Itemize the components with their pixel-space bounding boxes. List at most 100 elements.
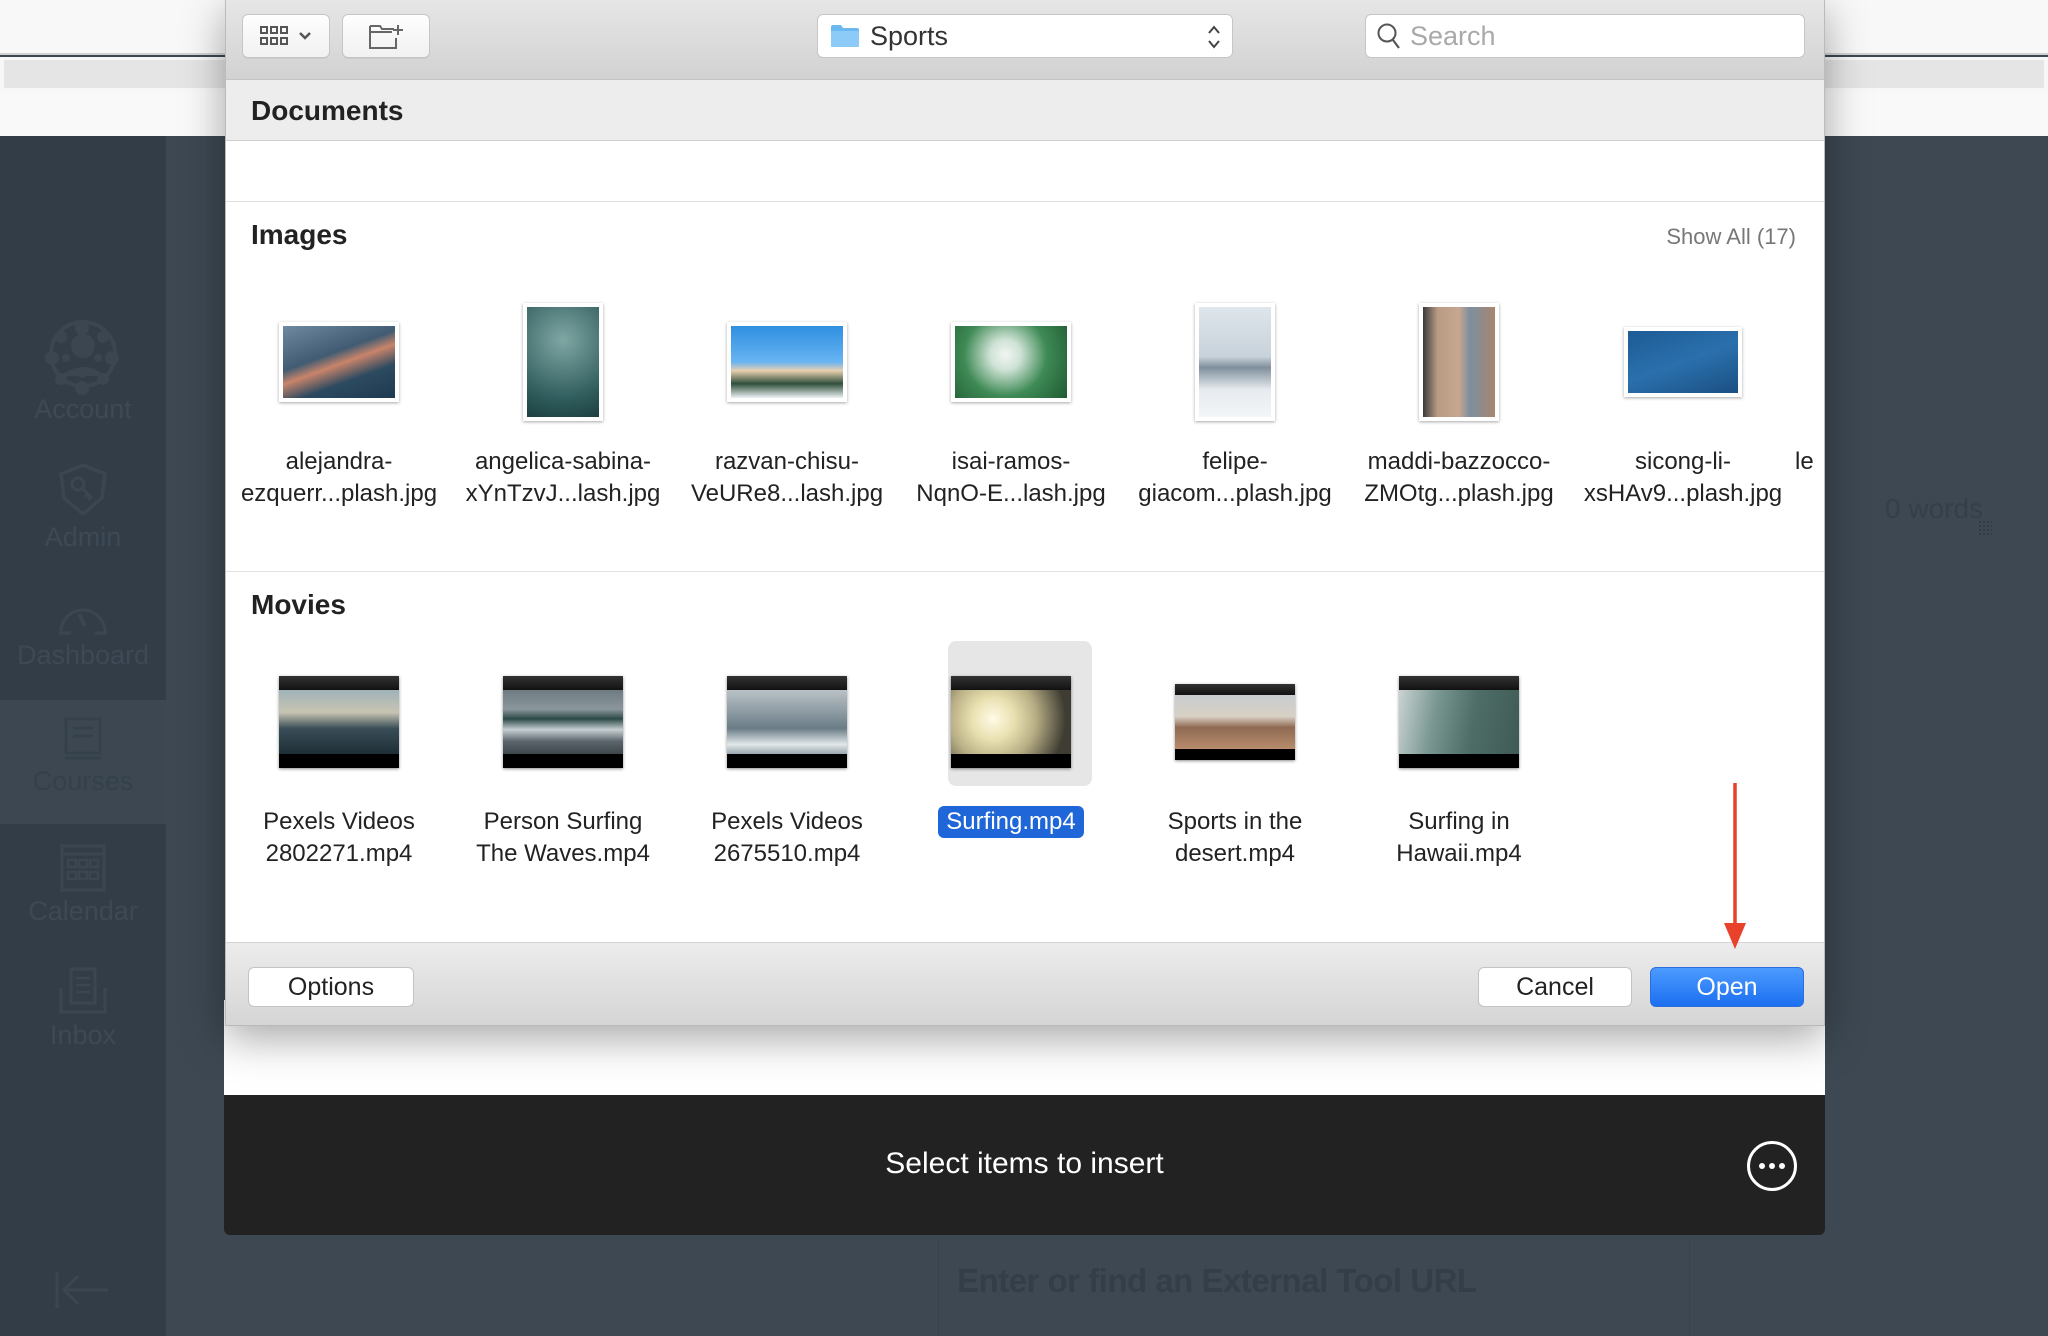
new-folder-button[interactable]	[342, 14, 430, 58]
file-name-line1: razvan-chisu-	[714, 448, 860, 475]
collapse-nav-icon[interactable]	[54, 1270, 110, 1310]
image-file-item[interactable]: isai-ramos- NqnO-E...lash.jpg	[899, 292, 1123, 510]
inbox-icon	[59, 967, 107, 1014]
sidebar-item-label: Inbox	[49, 1020, 117, 1050]
location-name: Sports	[870, 20, 949, 51]
sidebar-item-label: Account	[34, 394, 132, 424]
documents-title: Documents	[251, 95, 404, 126]
image-file-item[interactable]: le	[1795, 292, 1824, 478]
sidebar-item-label: Courses	[32, 766, 134, 796]
image-file-item[interactable]: maddi-bazzocco- ZMOtg...plash.jpg	[1347, 292, 1571, 510]
file-name-line2: VeURe8...lash.jpg	[690, 480, 884, 507]
new-folder-icon	[369, 25, 403, 49]
movie-thumbnail	[727, 676, 847, 768]
file-name-line2: ezquerr...plash.jpg	[240, 480, 438, 507]
icon-grid-view-icon	[260, 26, 288, 45]
up-down-chevron-icon	[1208, 25, 1220, 49]
file-name-line1: maddi-bazzocco-	[1367, 448, 1551, 475]
view-options-button[interactable]	[242, 14, 330, 58]
file-name-line2: The Waves.mp4	[476, 840, 650, 867]
movie-file-item[interactable]: Person Surfing The Waves.mp4	[451, 652, 675, 870]
file-name-line2: 2802271.mp4	[265, 840, 413, 867]
search-input[interactable]	[1410, 20, 1790, 52]
sidebar-item-calendar[interactable]: Calendar	[0, 840, 166, 927]
file-name-line1: Person Surfing	[483, 808, 643, 835]
image-file-item[interactable]: razvan-chisu- VeURe8...lash.jpg	[675, 292, 899, 510]
movie-thumbnail	[951, 676, 1071, 768]
courses-book-icon	[64, 717, 102, 760]
sidebar-item-inbox[interactable]: Inbox	[0, 966, 166, 1051]
movie-file-item[interactable]: Pexels Videos 2675510.mp4	[675, 652, 899, 870]
image-file-item[interactable]: felipe-giacom...plash.jpg	[1123, 292, 1347, 510]
cancel-button[interactable]: Cancel	[1478, 967, 1632, 1007]
file-name-line1: felipe-	[1202, 448, 1268, 475]
image-thumbnail	[1624, 327, 1742, 397]
file-name-line1: isai-ramos-	[951, 448, 1071, 475]
search-icon	[1377, 23, 1400, 49]
folder-icon	[831, 25, 859, 47]
file-name-line2: ZMOtg...plash.jpg	[1364, 480, 1554, 507]
sidebar-item-dashboard[interactable]: Dashboard	[0, 600, 166, 671]
insert-bar-label: Select items to insert	[885, 1147, 1164, 1180]
dialog-toolbar: Sports	[226, 0, 1824, 80]
editor-resize-handle[interactable]	[1978, 520, 1992, 536]
image-thumbnail	[1419, 303, 1499, 421]
sidebar-item-label: Admin	[44, 522, 122, 552]
external-tool-title: Enter or find an External Tool URL	[957, 1262, 1477, 1299]
movie-thumbnail	[1175, 684, 1295, 760]
file-name-line1: alejandra-	[285, 448, 393, 475]
image-thumbnail	[727, 322, 847, 402]
image-thumbnail	[279, 322, 399, 402]
sidebar-item-account[interactable]: Account	[0, 318, 166, 425]
file-name-line1: angelica-sabina-	[474, 448, 652, 475]
movies-section: Movies Pexels Videos 2802271.mp4 Person S…	[226, 572, 1824, 942]
chevron-down-icon	[299, 32, 311, 40]
image-file-item[interactable]: sicong-li-xsHAv9...plash.jpg	[1571, 292, 1795, 510]
file-name-line2: Hawaii.mp4	[1396, 840, 1522, 867]
movie-file-item[interactable]: Surfing in Hawaii.mp4	[1347, 652, 1571, 870]
dashboard-gauge-icon	[59, 608, 107, 635]
selected-file-name: Surfing.mp4	[938, 806, 1084, 838]
image-file-item[interactable]: angelica-sabina-xYnTzvJ...lash.jpg	[451, 292, 675, 510]
image-thumbnail	[951, 322, 1071, 402]
file-name-line1: Sports in the	[1167, 808, 1303, 835]
file-name-line1: Pexels Videos	[711, 808, 863, 835]
movie-thumbnail	[1399, 676, 1519, 768]
movie-file-item[interactable]: Pexels Videos 2802271.mp4	[227, 652, 451, 870]
sidebar-item-admin[interactable]: Admin	[0, 462, 166, 553]
location-dropdown[interactable]: Sports	[817, 14, 1233, 58]
options-button[interactable]: Options	[248, 967, 414, 1007]
file-name-line1: sicong-li-	[1634, 448, 1732, 475]
file-name-line2: giacom...plash.jpg	[1138, 480, 1332, 507]
file-name-line2: desert.mp4	[1174, 840, 1296, 867]
file-name-line1: Pexels Videos	[263, 808, 415, 835]
movie-file-item[interactable]: Surfing.mp4	[899, 641, 1123, 838]
admin-shield-key-icon	[59, 463, 107, 517]
images-section: Images Show All (17) alejandra-ezquerr..…	[226, 202, 1824, 572]
file-name-line1: Surfing in	[1408, 808, 1510, 835]
calendar-icon	[60, 844, 106, 892]
more-options-icon[interactable]	[1747, 1141, 1797, 1191]
insert-bar: Select items to insert	[224, 1095, 1825, 1235]
movie-thumbnail	[503, 676, 623, 768]
image-thumbnail	[1195, 303, 1275, 421]
open-button[interactable]: Open	[1650, 967, 1804, 1007]
image-file-item[interactable]: alejandra-ezquerr...plash.jpg	[227, 292, 451, 510]
dialog-footer: Options Cancel Open	[226, 942, 1824, 1026]
images-grid: alejandra-ezquerr...plash.jpg angelica-s…	[226, 202, 1824, 571]
movie-file-item[interactable]: Sports in the desert.mp4	[1123, 652, 1347, 870]
documents-section-header: Documents	[226, 80, 1824, 141]
open-file-dialog: Sports Documents Images Show All (17) al…	[225, 0, 1825, 1026]
sidebar-item-label: Dashboard	[16, 640, 150, 670]
file-name-line2: 2675510.mp4	[713, 840, 861, 867]
file-name-line2: xYnTzvJ...lash.jpg	[465, 480, 661, 507]
sidebar-item-courses[interactable]: Courses	[0, 700, 166, 824]
file-name-line2: xsHAv9...plash.jpg	[1583, 480, 1783, 507]
documents-section-body	[226, 141, 1824, 202]
file-name-line2: le	[1795, 448, 1814, 475]
account-icon	[49, 320, 117, 388]
word-count: 0 words	[1885, 493, 1984, 524]
annotation-arrow-icon	[1724, 783, 1746, 949]
search-field[interactable]	[1365, 14, 1805, 58]
sidebar-item-label: Calendar	[28, 896, 138, 926]
